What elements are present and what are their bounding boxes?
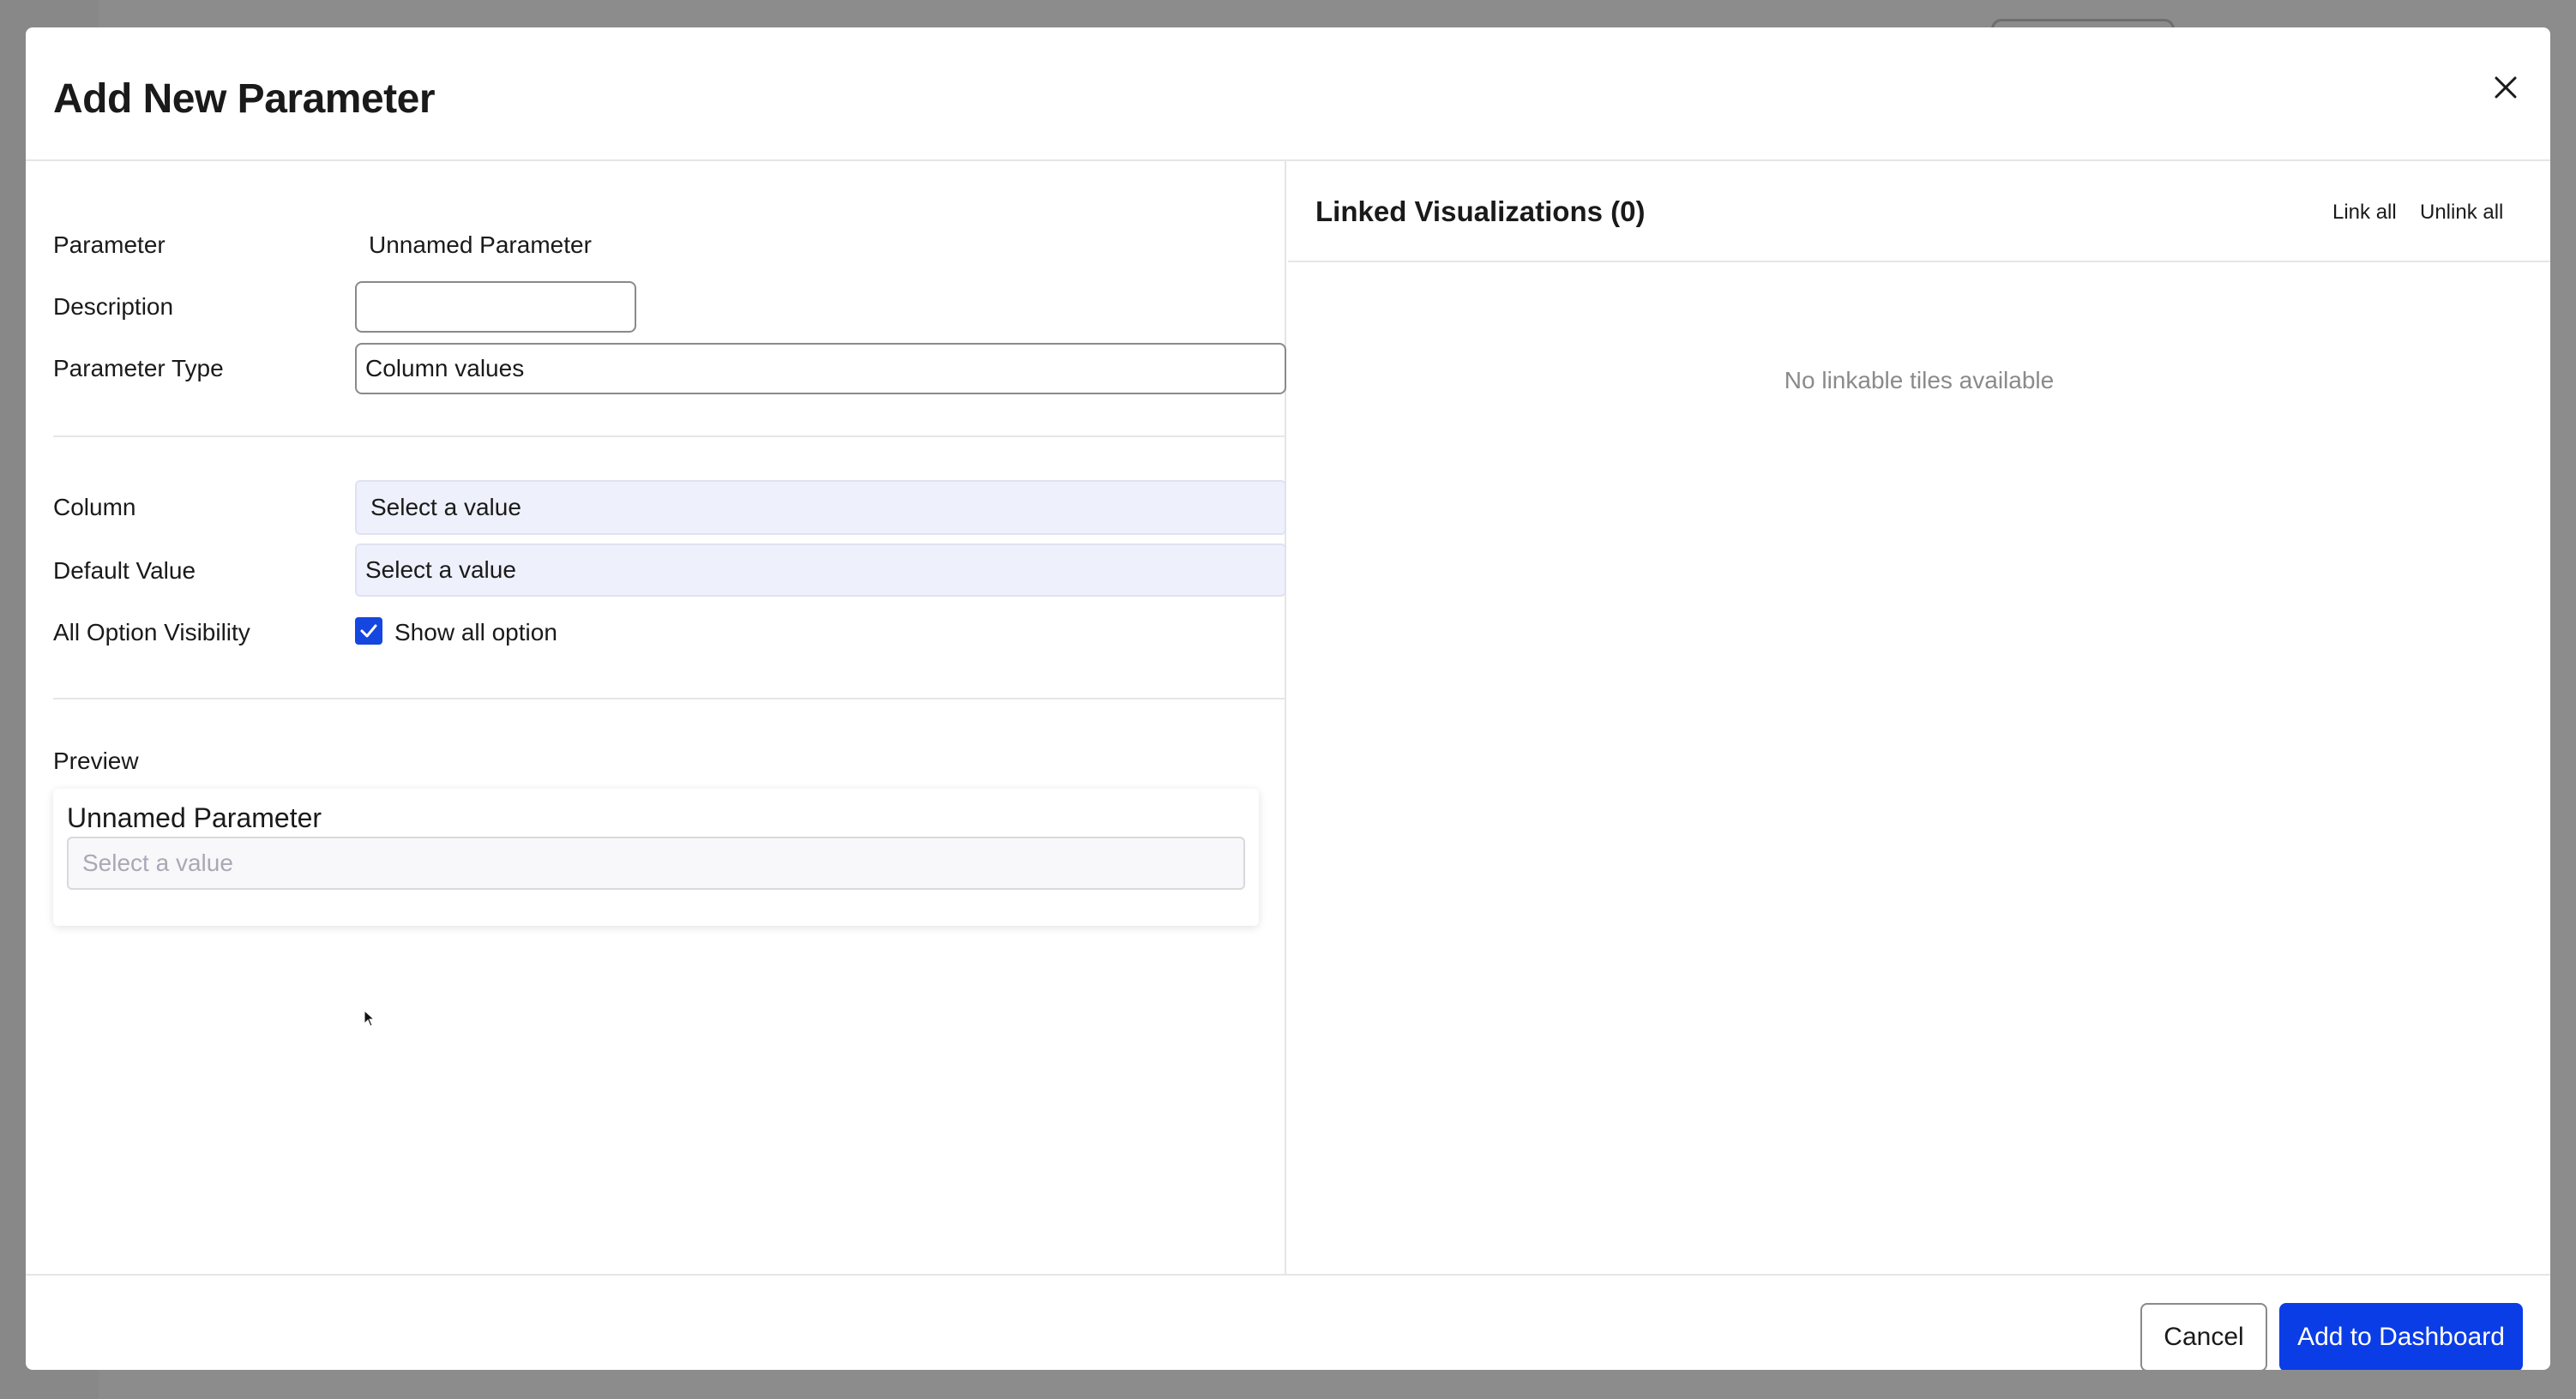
dialog-title: Add New Parameter	[53, 76, 436, 122]
column-row: Column Select a value	[53, 480, 1286, 535]
description-row: Description	[53, 281, 1286, 333]
preview-row: Preview	[53, 748, 1286, 782]
cancel-button[interactable]: Cancel	[2140, 1303, 2267, 1370]
add-to-dashboard-button[interactable]: Add to Dashboard	[2279, 1303, 2523, 1370]
add-parameter-dialog: Add New Parameter Parameter Unnamed Para…	[26, 27, 2550, 1370]
description-input[interactable]	[355, 281, 636, 333]
default-value-row: Default Value Select a value	[53, 543, 1286, 597]
default-value-label: Default Value	[53, 557, 196, 584]
parameter-label: Parameter	[53, 231, 166, 258]
parameter-name-value: Unnamed Parameter	[369, 231, 592, 258]
default-value-select[interactable]: Select a value	[355, 543, 1286, 597]
column-select[interactable]: Select a value	[355, 480, 1286, 535]
linked-visualizations-pane: Linked Visualizations (0) Link all Unlin…	[1288, 161, 2550, 1274]
preview-card: Unnamed Parameter Select a value	[53, 789, 1259, 926]
description-label: Description	[53, 293, 174, 320]
preview-select-placeholder: Select a value	[82, 850, 233, 876]
show-all-option-label: Show all option	[394, 619, 557, 645]
parameter-type-label: Parameter Type	[53, 355, 224, 381]
section-divider	[53, 435, 1286, 437]
column-select-value: Select a value	[370, 494, 521, 520]
section-divider	[53, 698, 1286, 700]
mouse-cursor-icon	[364, 1010, 376, 1027]
dialog-header: Add New Parameter	[26, 27, 2550, 161]
parameter-type-row: Parameter Type	[53, 343, 1286, 394]
checkmark-icon	[360, 624, 377, 638]
dialog-footer: Cancel Add to Dashboard	[26, 1274, 2550, 1370]
close-button[interactable]	[2485, 67, 2526, 108]
all-option-label: All Option Visibility	[53, 619, 250, 645]
parameter-settings-pane: Parameter Unnamed Parameter Description …	[26, 161, 1286, 1274]
show-all-checkbox[interactable]	[355, 617, 382, 645]
link-all-button[interactable]: Link all	[2332, 201, 2397, 225]
unlink-all-button[interactable]: Unlink all	[2420, 201, 2503, 225]
all-option-row: All Option Visibility Show all option	[53, 615, 1286, 650]
empty-state-message: No linkable tiles available	[1784, 367, 2055, 393]
column-label: Column	[53, 494, 136, 520]
preview-select[interactable]: Select a value	[67, 837, 1245, 890]
preview-parameter-name: Unnamed Parameter	[67, 802, 322, 833]
parameter-row: Parameter Unnamed Parameter	[53, 231, 1286, 266]
linked-visualizations-header: Linked Visualizations (0) Link all Unlin…	[1288, 161, 2550, 262]
default-value-select-value: Select a value	[365, 556, 516, 583]
preview-label: Preview	[53, 748, 139, 774]
parameter-type-input[interactable]	[355, 343, 1286, 394]
close-icon	[2495, 76, 2517, 99]
linked-visualizations-title: Linked Visualizations (0)	[1315, 195, 1646, 227]
